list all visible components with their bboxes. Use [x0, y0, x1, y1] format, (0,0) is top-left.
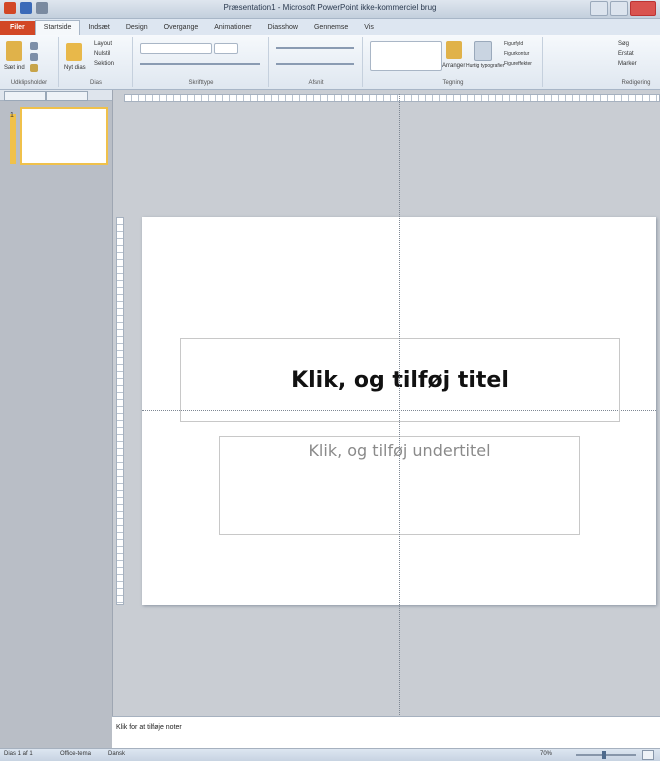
group-label-editing: Redigering	[621, 80, 651, 86]
slides-pane: 1	[0, 90, 113, 750]
horizontal-ruler	[124, 94, 660, 102]
group-paragraph: Afsnit	[270, 37, 363, 87]
format-painter-icon[interactable]	[30, 64, 38, 72]
arrange-icon[interactable]	[446, 41, 462, 59]
group-clipboard: Sæt ind Udklipsholder	[0, 37, 59, 87]
slide-counter: Dias 1 af 1	[4, 751, 33, 757]
tab-animations[interactable]: Animationer	[206, 21, 259, 35]
shape-effects-button[interactable]: Figureffekter	[504, 61, 532, 67]
window-controls	[590, 1, 656, 16]
tab-transitions[interactable]: Overgange	[156, 21, 207, 35]
group-label-clipboard: Udklipsholder	[10, 80, 48, 86]
tab-insert[interactable]: Indsæt	[80, 21, 117, 35]
close-button[interactable]	[630, 1, 656, 16]
find-button[interactable]: Søg	[618, 41, 629, 47]
quick-access-toolbar	[4, 2, 48, 14]
group-editing: Søg Erstat Marker Redigering	[544, 37, 651, 87]
copy-icon[interactable]	[30, 53, 38, 61]
tab-slides[interactable]	[4, 91, 46, 101]
undo-icon[interactable]	[36, 2, 48, 14]
group-slides: Nyt dias Layout Nulstil Sektion Dias	[60, 37, 133, 87]
tab-review[interactable]: Gennemse	[306, 21, 356, 35]
shapes-gallery[interactable]	[370, 41, 442, 71]
ribbon-tabs: Filer Startside Indsæt Design Overgange …	[0, 19, 660, 35]
tab-view[interactable]: Vis	[356, 21, 382, 35]
cut-icon[interactable]	[30, 42, 38, 50]
group-label-slides: Dias	[89, 80, 102, 86]
paste-icon[interactable]	[6, 41, 22, 61]
section-button[interactable]: Sektion	[94, 61, 114, 67]
zoom-level[interactable]: 70%	[540, 751, 552, 757]
title-placeholder[interactable]: Klik, og tilføj titel	[180, 338, 620, 422]
reset-button[interactable]: Nulstil	[94, 51, 110, 57]
zoom-slider-handle[interactable]	[602, 751, 606, 759]
notes-pane[interactable]: Klik for at tilføje noter	[112, 716, 660, 749]
group-font: Skrifttype	[134, 37, 269, 87]
arrange-button[interactable]: Arranger	[442, 63, 465, 69]
slide-thumbnail[interactable]	[20, 107, 108, 165]
group-drawing: Arranger Hurtig typografier Figurfyld Fi…	[364, 37, 543, 87]
group-label-drawing: Tegning	[442, 80, 464, 86]
font-size-select[interactable]	[214, 43, 238, 54]
font-format-buttons[interactable]	[140, 63, 260, 65]
zoom-slider[interactable]	[576, 754, 636, 756]
quick-styles-icon[interactable]	[474, 41, 492, 61]
fit-to-window-icon[interactable]	[642, 750, 654, 760]
tab-home[interactable]: Startside	[34, 20, 81, 35]
vertical-ruler	[116, 217, 124, 605]
new-slide-button[interactable]: Nyt dias	[64, 65, 86, 71]
title-bar: Præsentation1 - Microsoft PowerPoint ikk…	[0, 0, 660, 19]
font-family-select[interactable]	[140, 43, 212, 54]
shape-outline-button[interactable]: Figurkontur	[504, 51, 529, 57]
tab-design[interactable]: Design	[118, 21, 156, 35]
list-buttons[interactable]	[276, 47, 354, 49]
window-title: Præsentation1 - Microsoft PowerPoint ikk…	[223, 3, 437, 12]
replace-button[interactable]: Erstat	[618, 51, 634, 57]
thumbnail-selection-bar	[10, 114, 16, 164]
maximize-button[interactable]	[610, 1, 628, 16]
select-button[interactable]: Marker	[618, 61, 637, 67]
language-indicator[interactable]: Dansk	[108, 751, 125, 757]
vertical-guide[interactable]	[399, 94, 400, 719]
alignment-buttons[interactable]	[276, 63, 354, 65]
save-icon[interactable]	[20, 2, 32, 14]
group-label-paragraph: Afsnit	[308, 80, 324, 86]
tab-outline[interactable]	[46, 91, 88, 101]
theme-name: Office-tema	[60, 751, 91, 757]
slides-pane-header	[0, 90, 112, 101]
group-label-font: Skrifttype	[188, 80, 214, 86]
tab-file[interactable]: Filer	[0, 21, 35, 35]
paste-button[interactable]: Sæt ind	[4, 65, 25, 71]
powerpoint-icon[interactable]	[4, 2, 16, 14]
layout-button[interactable]: Layout	[94, 41, 112, 47]
status-bar: Dias 1 af 1 Office-tema Dansk 70%	[0, 748, 660, 761]
notes-placeholder: Klik for at tilføje noter	[116, 724, 182, 731]
minimize-button[interactable]	[590, 1, 608, 16]
quick-styles-button[interactable]: Hurtig typografier	[466, 63, 504, 69]
tab-slideshow[interactable]: Diasshow	[260, 21, 306, 35]
thumbnail-number: 1	[10, 112, 14, 119]
shape-fill-button[interactable]: Figurfyld	[504, 41, 523, 47]
new-slide-icon[interactable]	[66, 43, 82, 61]
ribbon: Sæt ind Udklipsholder Nyt dias Layout Nu…	[0, 35, 660, 90]
